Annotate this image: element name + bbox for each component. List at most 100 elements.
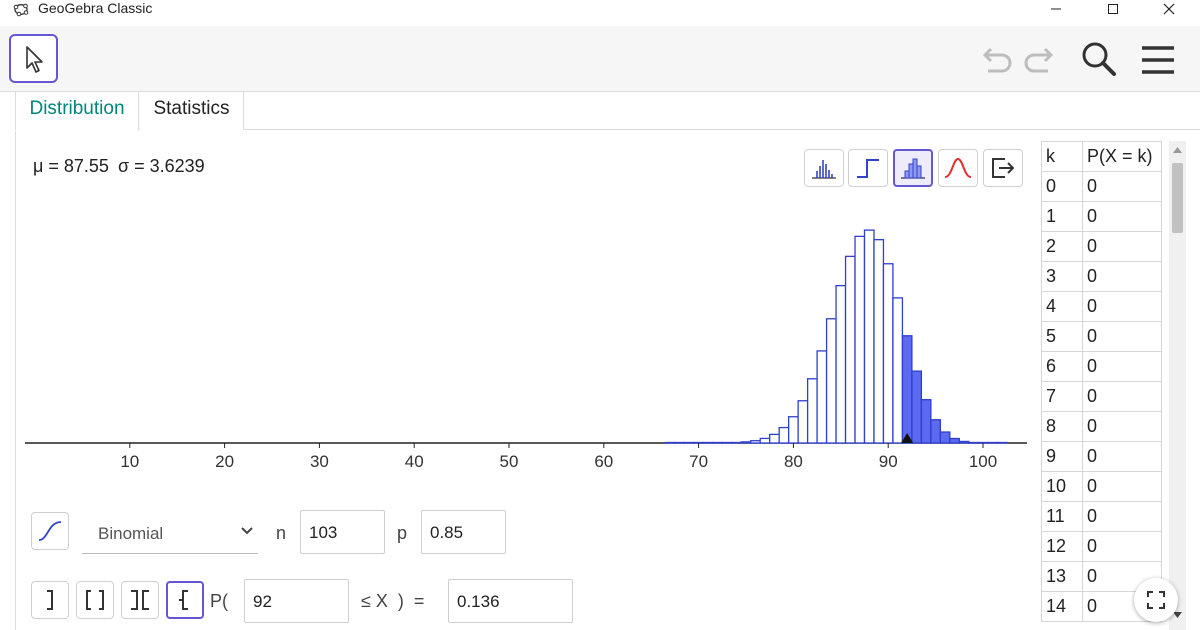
export-icon: [992, 158, 1015, 178]
minimize-icon: [1051, 8, 1061, 10]
histogram-bar: [769, 433, 780, 444]
search-icon: [1082, 42, 1116, 76]
cell-probability[interactable]: 0: [1082, 441, 1162, 472]
cell-k[interactable]: 7: [1041, 381, 1083, 412]
probability-histogram: 10 20 30 40 50 60 70 80 90 100: [25, 229, 1027, 471]
histogram-bar: [788, 416, 799, 444]
normal-overlay-button[interactable]: [938, 149, 978, 187]
right-sided-icon: [179, 590, 188, 610]
cell-k[interactable]: 3: [1041, 261, 1083, 292]
x-tick-label: 50: [500, 452, 519, 471]
table-row: 30: [1041, 261, 1162, 292]
search-button[interactable]: [1079, 40, 1119, 80]
cell-k[interactable]: 10: [1041, 471, 1083, 502]
scroll-up-icon: [1173, 147, 1182, 153]
cell-probability[interactable]: 0: [1082, 321, 1162, 352]
table-row: 60: [1041, 351, 1162, 382]
cell-probability[interactable]: 0: [1082, 351, 1162, 382]
histogram-bar-shaded: [949, 437, 960, 444]
export-button[interactable]: [983, 149, 1023, 187]
distribution-select[interactable]: Binomial: [82, 512, 258, 554]
x-tick-label: 90: [879, 452, 898, 471]
cell-probability[interactable]: 0: [1082, 411, 1162, 442]
x-tick-label: 100: [969, 452, 997, 471]
redo-button[interactable]: [1020, 40, 1060, 80]
table-row: 11 0: [1041, 501, 1162, 532]
cell-probability[interactable]: 0: [1082, 231, 1162, 262]
main-menu-button[interactable]: [1138, 40, 1178, 80]
cell-probability[interactable]: 0: [1082, 381, 1162, 412]
probability-result[interactable]: 0.136: [448, 579, 573, 623]
x-tick-label: 40: [405, 452, 424, 471]
bar-graph-icon: [812, 160, 836, 179]
cell-k[interactable]: 8: [1041, 411, 1083, 442]
table-row: 12 0: [1041, 531, 1162, 562]
hamburger-menu-icon: [1142, 46, 1174, 74]
scroll-thumb[interactable]: [1172, 163, 1183, 233]
cell-k[interactable]: 1: [1041, 201, 1083, 232]
cell-k[interactable]: 4: [1041, 291, 1083, 322]
cell-k[interactable]: 9: [1041, 441, 1083, 472]
cell-probability[interactable]: 0: [1082, 471, 1162, 502]
two-tailed-button[interactable]: [121, 581, 159, 619]
interval-icon: [86, 590, 104, 610]
histogram-bar: [674, 441, 686, 444]
cell-probability[interactable]: 0: [1082, 171, 1162, 202]
fullscreen-icon: [1147, 591, 1165, 609]
cell-probability[interactable]: 0: [1082, 531, 1162, 562]
close-button[interactable]: [1146, 0, 1192, 18]
cell-k[interactable]: 6: [1041, 351, 1083, 382]
left-sided-button[interactable]: [31, 581, 69, 619]
histogram-bar: [693, 441, 704, 444]
histogram-bar: [844, 255, 856, 444]
cell-k[interactable]: 5: [1041, 321, 1083, 352]
cell-k[interactable]: 2: [1041, 231, 1083, 262]
right-sided-button[interactable]: [166, 581, 204, 619]
undo-button[interactable]: [976, 40, 1016, 80]
window-title: GeoGebra Classic: [38, 0, 153, 16]
cell-k[interactable]: 13: [1041, 561, 1083, 592]
interval-button[interactable]: [76, 581, 114, 619]
fullscreen-button[interactable]: [1134, 578, 1178, 622]
histogram-bar-shaded: [996, 441, 1008, 444]
n-input[interactable]: 103: [300, 510, 385, 554]
histogram-bar: [854, 235, 866, 444]
two-tailed-icon: [131, 590, 149, 610]
x-tick-label: 20: [215, 452, 234, 471]
x-tick-label: 30: [310, 452, 329, 471]
histogram-bar: [721, 441, 733, 444]
table-row: 40: [1041, 291, 1162, 322]
cell-k[interactable]: 11: [1041, 501, 1083, 532]
step-graph-button[interactable]: [848, 149, 888, 187]
histogram-bar: [683, 441, 695, 444]
cell-k[interactable]: 14: [1041, 591, 1083, 622]
cell-probability[interactable]: 0: [1082, 291, 1162, 322]
bar-graph-button[interactable]: [804, 149, 844, 187]
distribution-stats: μ = 87.55 σ = 3.6239: [33, 156, 209, 177]
tab-distribution[interactable]: Distribution: [15, 92, 139, 130]
x-tick-label: 60: [594, 452, 613, 471]
cell-probability[interactable]: 0: [1082, 201, 1162, 232]
minimize-button[interactable]: [1033, 0, 1079, 18]
maximize-button[interactable]: [1090, 0, 1136, 18]
cell-k[interactable]: 12: [1041, 531, 1083, 562]
cumulative-toggle-button[interactable]: [31, 512, 69, 550]
cursor-arrow-icon: [25, 45, 43, 73]
probability-relation: ≤ X ) =: [361, 591, 425, 611]
tab-statistics[interactable]: Statistics: [140, 92, 244, 130]
redo-icon: [1024, 47, 1054, 73]
histogram-bar-shaded: [977, 441, 989, 444]
cell-probability[interactable]: 0: [1082, 261, 1162, 292]
histogram-bar: [825, 318, 837, 444]
cell-k[interactable]: 0: [1041, 171, 1083, 202]
p-input[interactable]: 0.85: [421, 510, 506, 554]
scroll-down-icon: [1173, 612, 1182, 618]
cell-probability[interactable]: 0: [1082, 501, 1162, 532]
lower-bound-input[interactable]: 92: [244, 579, 349, 623]
histogram-button[interactable]: [893, 149, 933, 187]
table-scrollbar[interactable]: [1169, 141, 1186, 630]
histogram-bar: [740, 441, 752, 444]
move-tool-button[interactable]: [9, 34, 58, 83]
histogram-bar-shaded: [920, 399, 932, 444]
table-row: 10 0: [1041, 471, 1162, 502]
